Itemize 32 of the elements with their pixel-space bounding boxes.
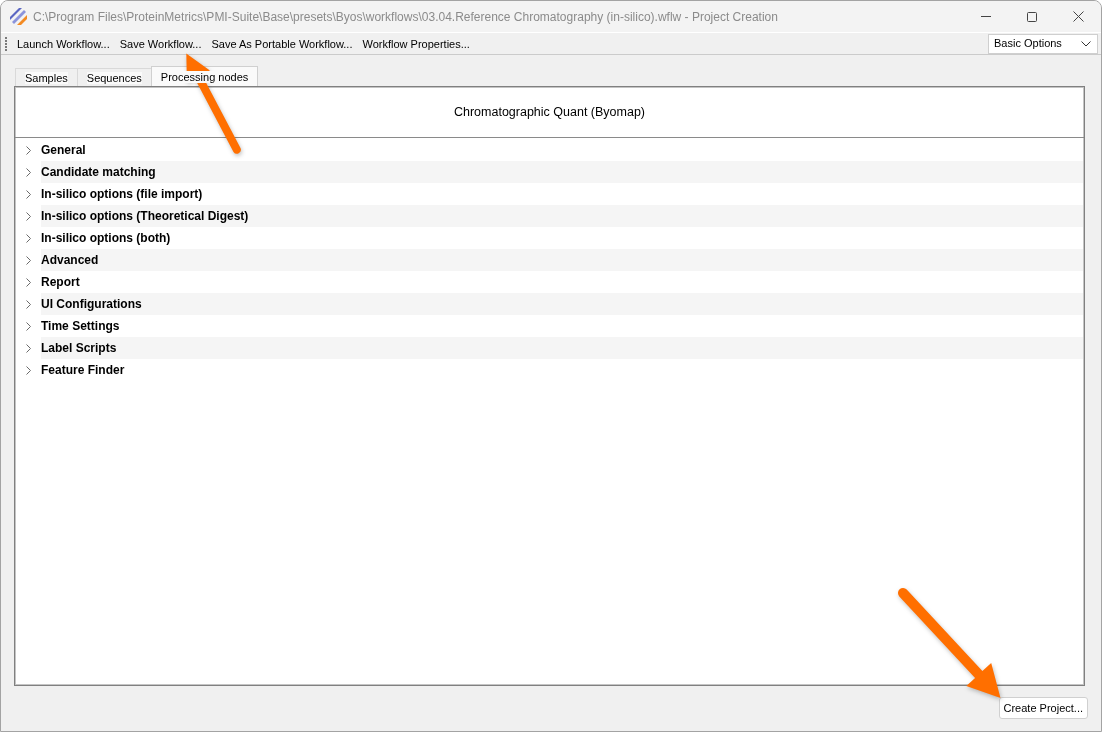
tab[interactable]: Sequences	[76, 68, 152, 86]
maximize-icon	[1027, 11, 1037, 22]
close-icon	[1072, 11, 1084, 22]
tree-item[interactable]: In-silico options (both)	[16, 227, 1083, 249]
window-title: C:\Program Files\ProteinMetrics\PMI-Suite\Base\presets\Byos\workflows\03.04.Reference Chromatography (in-silico).wflw - Project Creation	[33, 8, 778, 26]
tree-item[interactable]: Report	[16, 271, 1083, 293]
tab[interactable]: Samples	[15, 68, 78, 86]
tree-item[interactable]: General	[16, 139, 1083, 161]
chevron-icon[interactable]	[26, 211, 31, 221]
toolbar-button[interactable]: Launch Workflow...	[12, 35, 115, 52]
chevron-icon[interactable]	[26, 233, 31, 243]
chevron-icon[interactable]	[26, 277, 31, 287]
chevron-icon[interactable]	[26, 343, 31, 353]
chevron-icon[interactable]	[26, 145, 31, 155]
chevron-icon[interactable]	[26, 167, 31, 177]
chevron-icon[interactable]	[26, 365, 31, 375]
create-project-button[interactable]: Create Project...	[998, 697, 1088, 719]
chevron-icon[interactable]	[26, 321, 31, 331]
chevron-icon[interactable]	[26, 299, 31, 309]
panel-title: Chromatographic Quant (Byomap)	[453, 103, 646, 121]
app-logo-icon	[10, 8, 27, 25]
minimize-icon	[981, 16, 991, 17]
tree-item[interactable]: Time Settings	[16, 315, 1083, 337]
caret-icon	[1081, 40, 1091, 47]
tree-item[interactable]: In-silico options (file import)	[16, 183, 1083, 205]
toolbar-button[interactable]: Save Workflow...	[114, 35, 207, 52]
chevron-icon[interactable]	[26, 189, 31, 199]
options-dropdown[interactable]: Basic Options	[988, 33, 1098, 54]
toolbar-button[interactable]: Workflow Properties...	[357, 35, 475, 52]
tree-item[interactable]: Feature Finder	[16, 359, 1083, 381]
toolbar-button[interactable]: Save As Portable Workflow...	[206, 35, 358, 52]
chevron-icon[interactable]	[26, 255, 31, 265]
